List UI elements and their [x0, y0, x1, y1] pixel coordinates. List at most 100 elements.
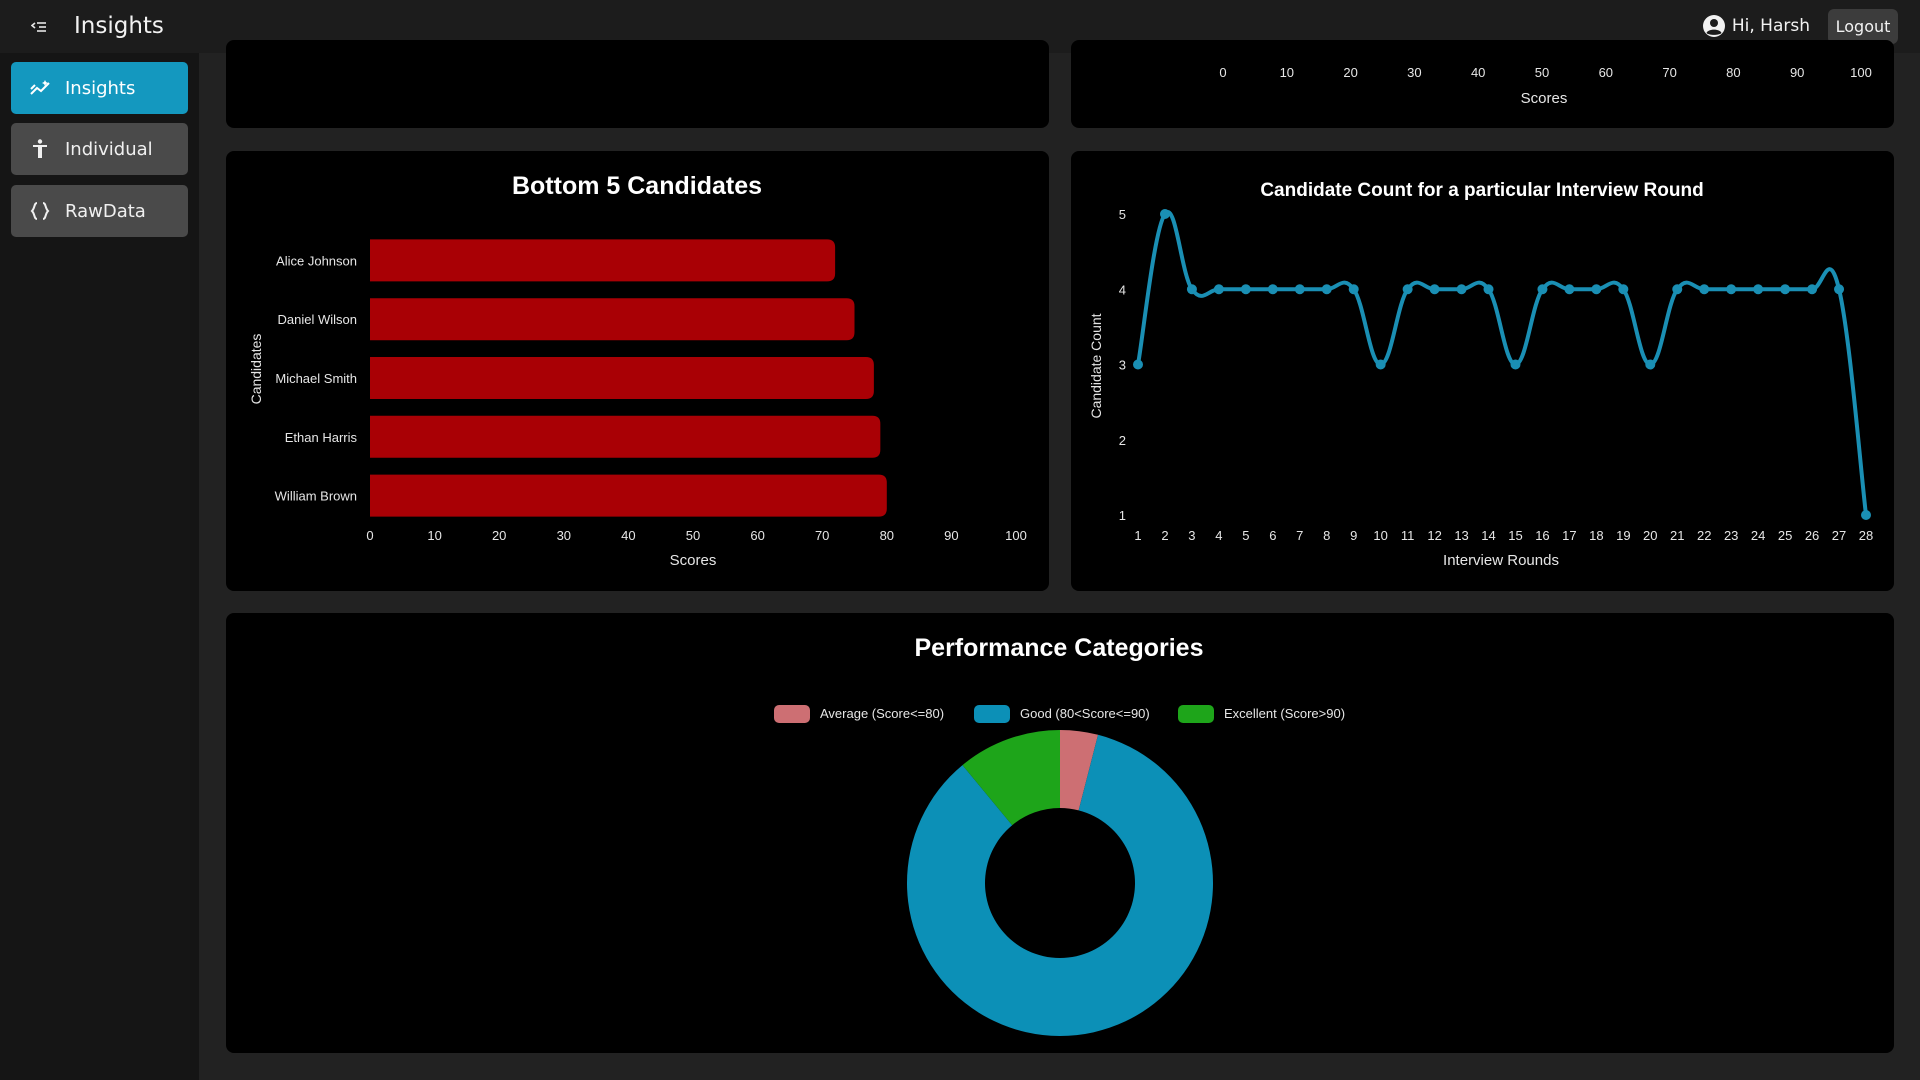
bar-chart: Bottom 5 Candidates Candidates Alice Joh…	[248, 172, 1027, 569]
logout-button[interactable]: Logout	[1828, 9, 1898, 44]
top-chart-xlabel: Scores	[1521, 90, 1568, 107]
line-x-tick-label: 12	[1427, 528, 1441, 543]
line-x-tick-label: 16	[1535, 528, 1549, 543]
line-point[interactable]	[1807, 284, 1818, 295]
sidebar-item-individual[interactable]: Individual	[11, 123, 188, 175]
line-point[interactable]	[1537, 284, 1548, 295]
bar-category-label: William Brown	[275, 489, 357, 504]
sidebar-item-rawdata[interactable]: RawData	[11, 185, 188, 237]
line-x-tick-label: 25	[1778, 528, 1792, 543]
line-x-tick-label: 6	[1269, 528, 1276, 543]
line-y-tick-label: 4	[1119, 282, 1126, 297]
line-x-tick-label: 23	[1724, 528, 1738, 543]
line-point[interactable]	[1267, 284, 1278, 295]
line-x-tick-label: 1	[1134, 528, 1141, 543]
bar-category-label: Alice Johnson	[276, 253, 357, 268]
line-point[interactable]	[1564, 284, 1575, 295]
line-x-tick-label: 9	[1350, 528, 1357, 543]
page-title: Insights	[74, 13, 164, 39]
line-chart-ylabel: Candidate Count	[1088, 313, 1104, 418]
user-greeting[interactable]: Hi, Harsh	[1702, 14, 1810, 38]
line-x-tick-label: 17	[1562, 528, 1576, 543]
line-x-tick-label: 26	[1805, 528, 1819, 543]
line-point[interactable]	[1429, 284, 1440, 295]
braces-icon	[30, 202, 50, 220]
line-point[interactable]	[1645, 359, 1656, 370]
line-point[interactable]	[1483, 284, 1494, 295]
bar-category-label: Daniel Wilson	[278, 312, 357, 327]
line-point[interactable]	[1213, 284, 1224, 295]
top-axis-tick-label: 30	[1407, 65, 1421, 80]
line-point[interactable]	[1834, 284, 1845, 295]
doughnut-title: Performance Categories	[914, 634, 1203, 662]
line-point[interactable]	[1294, 284, 1305, 295]
top-left-card	[226, 40, 1049, 128]
line-chart-title: Candidate Count for a particular Intervi…	[1260, 180, 1703, 201]
line-y-tick-label: 5	[1119, 207, 1126, 222]
legend-label[interactable]: Average (Score<=80)	[820, 706, 944, 721]
line-point[interactable]	[1186, 284, 1197, 295]
line-x-tick-label: 2	[1161, 528, 1168, 543]
bar-x-tick-label: 100	[1005, 528, 1027, 543]
line-point[interactable]	[1348, 284, 1359, 295]
line-point[interactable]	[1726, 284, 1737, 295]
line-point[interactable]	[1321, 284, 1332, 295]
line-point[interactable]	[1861, 510, 1871, 520]
line-x-tick-label: 7	[1296, 528, 1303, 543]
legend-label[interactable]: Good (80<Score<=90)	[1020, 706, 1150, 721]
line-point[interactable]	[1133, 359, 1143, 370]
line-chart-xlabel: Interview Rounds	[1443, 552, 1559, 569]
top-chart-axis: 0 10 20 30 40 50 60 70 80 90 100 Scores	[1219, 65, 1871, 107]
bar-x-tick-label: 80	[880, 528, 894, 543]
line-point[interactable]	[1618, 284, 1629, 295]
bar-x-tick-label: 60	[750, 528, 764, 543]
legend-label[interactable]: Excellent (Score>90)	[1224, 706, 1345, 721]
sparkline-icon	[30, 80, 50, 95]
line-point[interactable]	[1375, 359, 1386, 370]
top-axis-tick-label: 80	[1726, 65, 1740, 80]
legend-swatch[interactable]	[1178, 705, 1214, 723]
line-point[interactable]	[1402, 284, 1413, 295]
top-axis-tick-label: 10	[1280, 65, 1294, 80]
menu-collapse-glyph	[31, 22, 46, 32]
bar[interactable]	[370, 474, 887, 517]
line-x-tick-label: 15	[1508, 528, 1522, 543]
greeting-text: Hi, Harsh	[1731, 16, 1810, 36]
line-point[interactable]	[1699, 284, 1710, 295]
bar-category-label: Ethan Harris	[285, 430, 358, 445]
line-x-tick-label: 19	[1616, 528, 1630, 543]
legend-swatch[interactable]	[774, 705, 810, 723]
bar[interactable]	[370, 415, 881, 458]
sidebar-item-insights[interactable]: Insights	[11, 62, 188, 114]
person-icon	[33, 139, 47, 158]
bar-x-tick-label: 0	[366, 528, 373, 543]
line-point[interactable]	[1591, 284, 1602, 295]
legend-swatch[interactable]	[974, 705, 1010, 723]
bar-x-tick-label: 30	[557, 528, 571, 543]
line-point[interactable]	[1510, 359, 1521, 370]
line-point[interactable]	[1753, 284, 1764, 295]
bar-chart-title: Bottom 5 Candidates	[512, 172, 762, 200]
sidebar-item-label: Individual	[65, 138, 153, 160]
top-axis-tick-label: 60	[1599, 65, 1613, 80]
line-point[interactable]	[1672, 284, 1683, 295]
line-point[interactable]	[1456, 284, 1467, 295]
line-x-tick-label: 14	[1481, 528, 1495, 543]
line-point[interactable]	[1240, 284, 1251, 295]
sidebar: Insights Individual RawData	[0, 53, 199, 1080]
bar[interactable]	[370, 239, 836, 282]
bar-x-tick-label: 50	[686, 528, 700, 543]
bar[interactable]	[370, 357, 874, 399]
performance-categories-card: Performance Categories Average (Score<=8…	[226, 613, 1894, 1053]
bottom-candidates-card: Bottom 5 Candidates Candidates Alice Joh…	[226, 151, 1049, 591]
sidebar-item-label: Insights	[65, 77, 136, 99]
line-x-tick-label: 5	[1242, 528, 1249, 543]
menu-collapse-icon[interactable]	[28, 16, 50, 38]
interview-round-card: Candidate Count for a particular Intervi…	[1071, 151, 1894, 591]
line-point[interactable]	[1780, 284, 1791, 295]
line-x-tick-label: 21	[1670, 528, 1684, 543]
line-x-tick-label: 13	[1454, 528, 1468, 543]
line-series	[1136, 210, 1868, 516]
line-point[interactable]	[1159, 209, 1170, 219]
bar[interactable]	[370, 298, 855, 341]
